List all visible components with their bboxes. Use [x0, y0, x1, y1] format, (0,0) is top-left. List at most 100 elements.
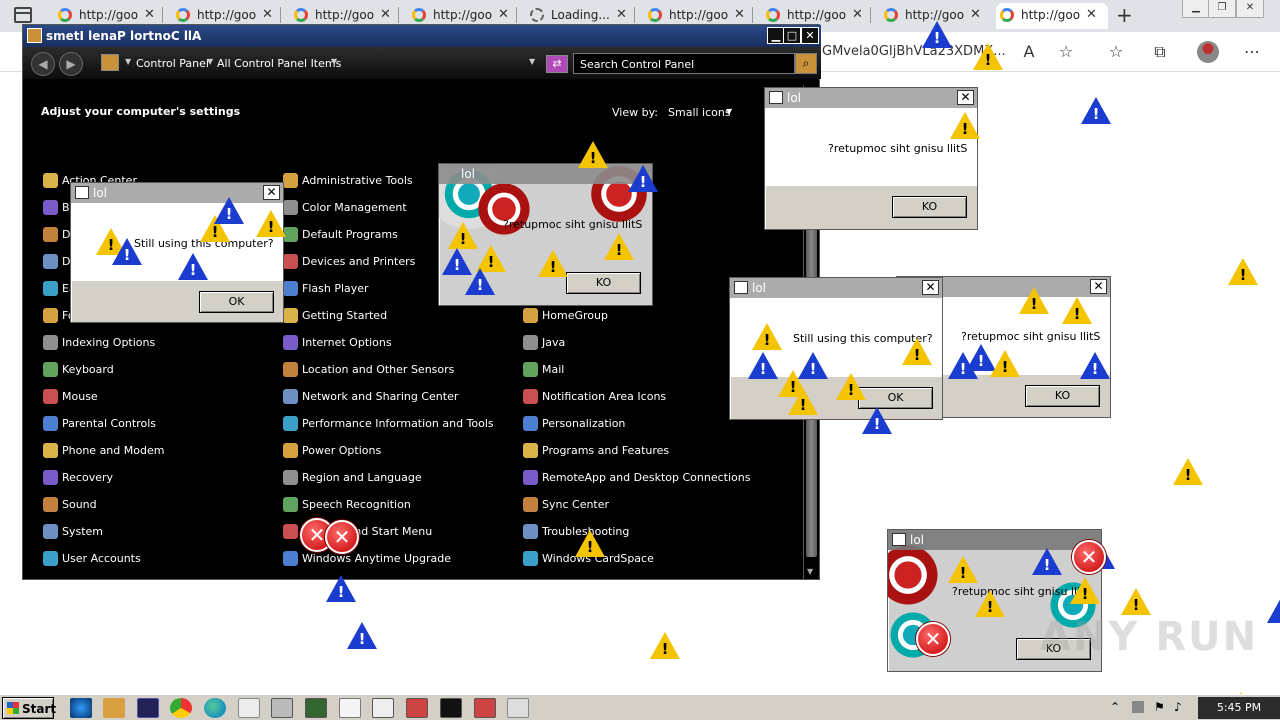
favorites-icon[interactable]: ☆: [1106, 42, 1126, 61]
google-favicon-icon: [766, 8, 780, 22]
close-tab-icon[interactable]: ✕: [262, 7, 273, 22]
close-tab-icon[interactable]: ✕: [734, 7, 745, 22]
dialog-titlebar[interactable]: lol ✕: [765, 88, 977, 108]
internet-explorer-icon[interactable]: [70, 698, 92, 718]
search-input[interactable]: Search Control Panel: [573, 53, 795, 74]
warning-icon: [448, 222, 478, 249]
start-button[interactable]: Start: [2, 697, 56, 719]
dialog-title: lol: [752, 281, 767, 295]
ok-button[interactable]: OK: [199, 291, 274, 313]
close-tab-icon[interactable]: ✕: [1086, 7, 1097, 22]
close-tab-icon[interactable]: ✕: [380, 7, 391, 22]
view-by-dropdown[interactable]: Small icons: [668, 106, 731, 119]
notepad-icon[interactable]: [238, 698, 260, 718]
speech-recognition-icon: [283, 497, 298, 512]
more-menu-icon[interactable]: ⋯: [1242, 42, 1262, 61]
volume-icon[interactable]: ♪: [1174, 700, 1182, 714]
cp-item-label: Notification Area Icons: [542, 390, 667, 403]
close-icon[interactable]: ✕: [1090, 279, 1107, 294]
collections-icon[interactable]: ⧉: [1150, 42, 1170, 62]
ko-button[interactable]: KO: [1025, 385, 1100, 407]
blue-warning-icon: [922, 21, 952, 48]
close-icon[interactable]: ✕: [263, 185, 280, 200]
getting-started-icon: [283, 308, 298, 323]
ok-button[interactable]: OK: [858, 387, 933, 409]
program-icon[interactable]: [474, 698, 496, 718]
folder-options-icon: [43, 308, 58, 323]
search-icon[interactable]: ⌕: [795, 53, 817, 74]
breadcrumb[interactable]: ▼ Control Panel ▼ All Control Panel Item…: [101, 52, 571, 74]
chevron-down-icon[interactable]: ▼: [331, 57, 337, 66]
ko-button[interactable]: KO: [892, 196, 967, 218]
control-panel-task-icon[interactable]: [271, 698, 293, 718]
blue-warning-icon: [1081, 97, 1111, 124]
warning-icon: [975, 590, 1005, 617]
blue-warning-icon: [1080, 352, 1110, 379]
close-icon[interactable]: ✕: [801, 27, 819, 44]
dialog-titlebar[interactable]: lol: [888, 530, 1101, 550]
back-icon[interactable]: ◀: [31, 52, 55, 76]
add-favorite-icon[interactable]: ☆: [1056, 42, 1076, 61]
task-manager-icon[interactable]: [305, 698, 327, 718]
warning-icon: [1070, 577, 1100, 604]
message-dialog: lol ✕ ?retupmoc siht gnisu llitS KO: [764, 87, 978, 230]
scroll-down-icon[interactable]: ▼: [807, 567, 813, 576]
address-dropdown-icon[interactable]: ▼: [529, 57, 535, 66]
app-icon: [734, 281, 748, 294]
close-tab-icon[interactable]: ✕: [144, 7, 155, 22]
phone-and-modem-icon: [43, 443, 58, 458]
chevron-down-icon[interactable]: ▼: [125, 57, 131, 66]
close-icon[interactable]: ✕: [922, 280, 939, 295]
read-aloud-icon[interactable]: A: [1019, 42, 1039, 61]
breadcrumb-all-items[interactable]: All Control Panel Items: [217, 57, 341, 70]
refresh-icon[interactable]: ⇄: [546, 55, 568, 73]
chrome-icon[interactable]: [170, 698, 192, 718]
edge-icon[interactable]: [204, 698, 226, 718]
tab-actions-icon[interactable]: [14, 7, 32, 23]
network-and-sharing-center-icon: [283, 389, 298, 404]
media-player-icon[interactable]: [137, 698, 159, 718]
dialog-titlebar[interactable]: lol: [439, 164, 652, 184]
chevron-down-icon[interactable]: ▼: [726, 107, 732, 116]
profile-avatar[interactable]: [1197, 41, 1219, 63]
new-tab-icon[interactable]: +: [1116, 3, 1133, 27]
cp-item-label: Indexing Options: [62, 336, 156, 349]
close-tab-icon[interactable]: ✕: [616, 7, 627, 22]
chevron-down-icon[interactable]: ▼: [207, 57, 213, 66]
program-icon[interactable]: [406, 698, 428, 718]
blue-warning-icon: [326, 575, 356, 602]
explorer-icon[interactable]: [103, 698, 125, 718]
breadcrumb-control-panel[interactable]: Control Panel: [136, 57, 209, 70]
warning-icon: [256, 210, 286, 237]
cp-item-label: Java: [542, 336, 566, 349]
dialog-titlebar[interactable]: lol ✕: [71, 183, 283, 203]
command-prompt-icon[interactable]: [440, 698, 462, 718]
restore-icon[interactable]: ❐: [1208, 0, 1236, 18]
mail-icon: [523, 362, 538, 377]
ko-button[interactable]: KO: [566, 272, 641, 294]
minimize-icon[interactable]: ▁: [1182, 0, 1210, 18]
region-and-language-icon: [283, 470, 298, 485]
tab-separator: [870, 7, 871, 23]
forward-icon[interactable]: ▶: [59, 52, 83, 76]
close-icon[interactable]: ✕: [957, 90, 974, 105]
browser-tab-active[interactable]: http://goo ✕: [996, 3, 1108, 29]
document-icon[interactable]: [339, 698, 361, 718]
close-tab-icon[interactable]: ✕: [498, 7, 509, 22]
dialog-message: ?retupmoc siht gnisu llitS: [961, 330, 1101, 343]
calculator-icon[interactable]: [372, 698, 394, 718]
flag-icon[interactable]: ⚑: [1154, 700, 1165, 714]
blue-warning-icon: [214, 197, 244, 224]
dialog-titlebar[interactable]: lol ✕: [730, 278, 942, 298]
show-hidden-icons-icon[interactable]: ⌃: [1110, 700, 1120, 714]
maximize-icon[interactable]: □: [783, 27, 801, 44]
paint-icon[interactable]: [507, 698, 529, 718]
tab-label: http://goo: [197, 8, 257, 22]
close-tab-icon[interactable]: ✕: [970, 7, 981, 22]
control-panel-titlebar[interactable]: smetI lenaP lortnoC llA ▁ □ ✕: [23, 25, 821, 47]
warning-icon: [836, 373, 866, 400]
close-tab-icon[interactable]: ✕: [852, 7, 863, 22]
network-icon[interactable]: [1132, 701, 1144, 713]
close-icon[interactable]: ✕: [1236, 0, 1264, 18]
homegroup-icon: [523, 308, 538, 323]
